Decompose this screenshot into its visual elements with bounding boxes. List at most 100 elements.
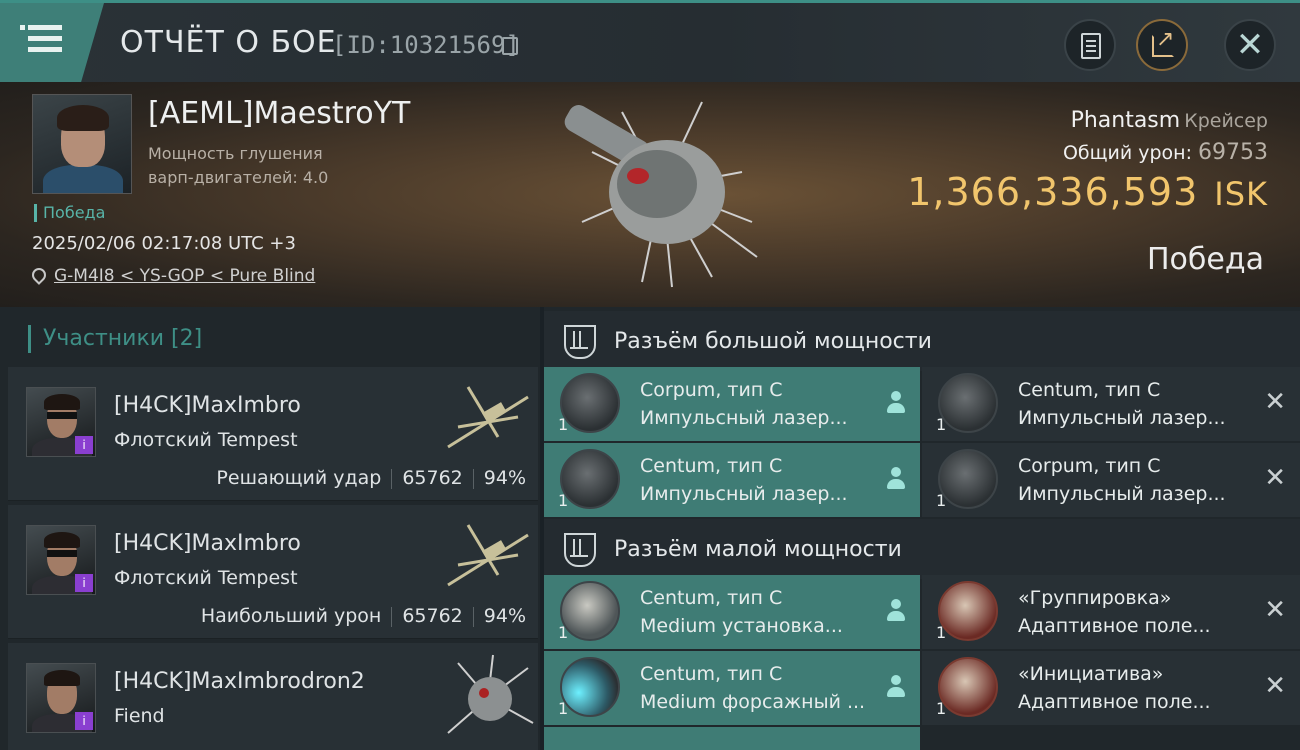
destroyed-x-icon: ✕: [1264, 387, 1286, 417]
participant-avatar: i: [26, 387, 96, 457]
module-item[interactable]: 1 Centum, тип C Medium установка...: [544, 575, 920, 649]
participants-panel: Участники [2] i [H4CK]MaxImbro Флотский …: [0, 307, 540, 750]
fitted-person-icon: [886, 467, 906, 491]
participant-name: [H4CK]MaxImbro: [114, 393, 301, 418]
menu-icon: [20, 25, 62, 30]
stats-divider: [391, 468, 393, 489]
module-name: Centum, тип C: [640, 455, 783, 477]
portrait-hair: [57, 105, 109, 131]
module-name: Centum, тип C: [640, 587, 783, 609]
location-link[interactable]: G-M4I8 < YS-GOP < Pure Blind: [54, 266, 315, 286]
report-id: [ID:10321569]: [332, 31, 520, 59]
module-item[interactable]: 1 Corpum, тип C Импульсный лазер...: [544, 367, 920, 441]
person-head: [891, 675, 901, 685]
module-name: Centum, тип C: [1018, 379, 1161, 401]
high-slot-header: Разъём большой мощности: [544, 311, 1300, 371]
close-icon: ✕: [1235, 25, 1265, 65]
participant-percent: 94%: [483, 605, 526, 627]
participant-card[interactable]: i [H4CK]MaxImbro Флотский Tempest Наибол…: [8, 505, 538, 639]
isk-amount: 1,366,336,593: [907, 170, 1199, 214]
shield-icon: [560, 581, 620, 641]
adaptive-field-icon: [938, 657, 998, 717]
module-item[interactable]: 1 Corpum, тип C Импульсный лазер... ✕: [922, 443, 1300, 517]
participant-ship-icon: [447, 654, 534, 734]
fitted-person-icon: [886, 599, 906, 623]
module-type: Адаптивное поле...: [1018, 691, 1211, 713]
avatar-glasses: [47, 550, 77, 557]
page-title: ОТЧЁТ О БОЕ: [120, 25, 337, 60]
participant-ship: Флотский Tempest: [114, 567, 298, 589]
copy-icon[interactable]: [502, 37, 518, 55]
module-item[interactable]: 1 Centum, тип C Импульсный лазер... ✕: [922, 367, 1300, 441]
pulse-laser-icon: [938, 373, 998, 433]
kill-datetime: 2025/02/06 02:17:08 UTC +3: [32, 233, 296, 254]
module-type: Импульсный лазер...: [640, 407, 848, 429]
module-type: Medium форсажный ...: [640, 691, 866, 713]
participant-name: [H4CK]MaxImbrodron2: [114, 669, 365, 694]
kill-summary: [AEML]MaestroYT Мощность глушения варп-д…: [0, 82, 1300, 307]
module-qty: 1: [558, 415, 569, 434]
module-qty: 1: [936, 699, 947, 718]
close-button[interactable]: ✕: [1224, 19, 1276, 71]
module-item[interactable]: 1 Centum, тип C Импульсный лазер...: [544, 443, 920, 517]
isk-value: 1,366,336,593 ISK: [907, 170, 1268, 214]
person-body: [887, 479, 905, 489]
stats-divider: [472, 606, 474, 627]
participant-damage: 65762: [402, 605, 463, 627]
stats-divider: [391, 606, 393, 627]
module-type: Адаптивное поле...: [1018, 615, 1211, 637]
portrait-body: [43, 165, 123, 193]
location-pin-icon: [29, 265, 49, 285]
pulse-laser-icon: [560, 373, 620, 433]
module-name: «Инициатива»: [1018, 663, 1164, 685]
module-type: Импульсный лазер...: [1018, 483, 1226, 505]
participant-damage: 65762: [402, 467, 463, 489]
header-bar: ОТЧЁТ О БОЕ [ID:10321569] ✕: [0, 0, 1300, 82]
person-head: [891, 467, 901, 477]
victim-name[interactable]: [AEML]MaestroYT: [148, 96, 410, 131]
avatar-hair: [44, 670, 80, 686]
participants-title: Участники [2]: [28, 325, 202, 353]
module-type: Medium установка...: [640, 615, 843, 637]
avatar-glasses: [47, 412, 77, 419]
participant-ship-icon: [447, 386, 529, 449]
participant-name: [H4CK]MaxImbro: [114, 531, 301, 556]
high-slot-icon: [564, 325, 596, 359]
mid-slot-title: Разъём малой мощности: [614, 537, 902, 562]
document-button[interactable]: [1064, 19, 1116, 71]
share-button[interactable]: [1136, 19, 1188, 71]
participant-ship: Fiend: [114, 705, 165, 727]
module-type: Импульсный лазер...: [1018, 407, 1226, 429]
fitting-panel: Разъём большой мощности 1 Corpum, тип C …: [544, 307, 1300, 750]
module-qty: 1: [936, 491, 947, 510]
module-item[interactable]: 1 «Инициатива» Адаптивное поле... ✕: [922, 651, 1300, 725]
total-damage-label: Общий урон:: [1062, 142, 1192, 164]
module-name: Corpum, тип C: [1018, 455, 1161, 477]
person-head: [891, 599, 901, 609]
victim-ship-name[interactable]: Phantasm Крейсер: [1071, 108, 1268, 133]
module-item-partial[interactable]: [544, 727, 920, 750]
menu-icon-bar: [28, 47, 62, 52]
avatar-hair: [44, 394, 80, 410]
menu-button[interactable]: [0, 3, 104, 82]
participant-percent: 94%: [483, 467, 526, 489]
fitted-person-icon: [886, 675, 906, 699]
pulse-laser-icon: [560, 449, 620, 509]
avatar-hair: [44, 532, 80, 548]
isk-unit: ISK: [1214, 175, 1268, 213]
total-damage: Общий урон: 69753: [1063, 140, 1268, 165]
module-name: Centum, тип C: [640, 663, 783, 685]
module-name: Corpum, тип C: [640, 379, 783, 401]
module-item[interactable]: 1 Centum, тип C Medium форсажный ...: [544, 651, 920, 725]
total-damage-value: 69753: [1198, 140, 1268, 165]
module-type: Импульсный лазер...: [640, 483, 848, 505]
module-item[interactable]: 1 «Группировка» Адаптивное поле... ✕: [922, 575, 1300, 649]
participant-card[interactable]: i [H4CK]MaxImbrodron2 Fiend: [8, 643, 538, 750]
afterburner-icon: [560, 657, 620, 717]
victory-tag: Победа: [34, 204, 105, 222]
stats-divider: [472, 468, 474, 489]
participant-card[interactable]: i [H4CK]MaxImbro Флотский Tempest Решающ…: [8, 367, 538, 501]
document-icon: [1081, 33, 1101, 59]
participant-avatar: i: [26, 663, 96, 733]
victim-portrait[interactable]: [32, 94, 132, 194]
